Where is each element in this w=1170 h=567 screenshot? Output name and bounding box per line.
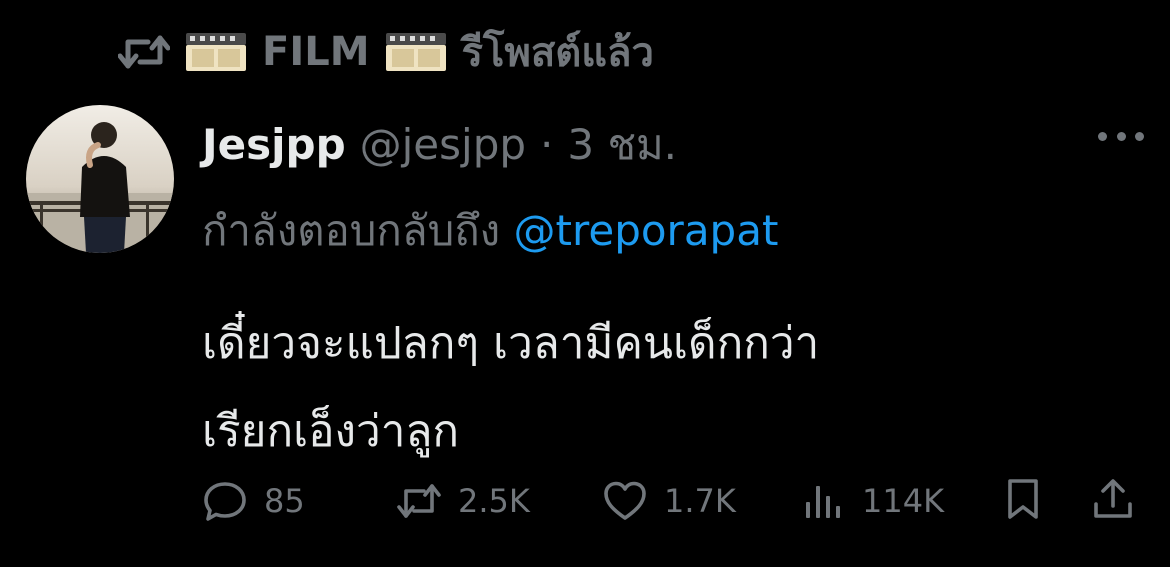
- film-frames-icon: [186, 33, 246, 71]
- tweet-meta: Jesjpp @jesjpp · 3 ชม.: [202, 112, 677, 169]
- reply-mention-link[interactable]: @treporapat: [514, 206, 779, 255]
- reply-count: 85: [264, 482, 305, 520]
- meta-separator: ·: [540, 120, 554, 169]
- reply-prefix: กำลังตอบกลับถึง: [202, 206, 501, 255]
- reply-button[interactable]: 85: [202, 476, 305, 526]
- repost-icon: [118, 35, 170, 69]
- avatar[interactable]: [26, 105, 174, 253]
- view-count: 114K: [862, 482, 945, 520]
- film-frames-icon: [385, 33, 446, 71]
- bookmark-icon: [1008, 479, 1038, 519]
- more-options-icon[interactable]: [1098, 130, 1144, 142]
- share-icon: [1094, 479, 1132, 518]
- repost-header[interactable]: FILM รีโพสต์แล้ว: [118, 22, 654, 82]
- repost-icon: [397, 484, 441, 518]
- tweet-text-line: เดี๋ยวจะแปลกๆ เวลามีคนเด็กกว่า: [202, 318, 820, 369]
- reply-icon: [204, 482, 246, 521]
- reposter-name[interactable]: FILM: [262, 29, 370, 75]
- views-button[interactable]: 114K: [800, 476, 944, 526]
- share-button[interactable]: [1090, 476, 1136, 522]
- repost-button[interactable]: 2.5K: [396, 476, 530, 526]
- tweet-timestamp[interactable]: 3 ชม.: [567, 112, 677, 178]
- tweet-text: เดี๋ยวจะแปลกๆ เวลามีคนเด็กกว่า เรียกเอ็ง…: [202, 300, 1102, 476]
- tweet-text-line: เรียกเอ็งว่าลูก: [202, 406, 460, 457]
- bookmark-button[interactable]: [1000, 476, 1046, 522]
- author-name[interactable]: Jesjpp: [202, 120, 346, 169]
- reply-context: กำลังตอบกลับถึง @treporapat: [202, 198, 778, 264]
- analytics-icon: [806, 486, 840, 518]
- repost-count: 2.5K: [458, 482, 530, 520]
- like-count: 1.7K: [664, 482, 736, 520]
- heart-icon: [604, 481, 646, 520]
- like-button[interactable]: 1.7K: [602, 476, 736, 526]
- author-handle[interactable]: @jesjpp: [360, 120, 526, 169]
- repost-label: รีโพสต์แล้ว: [461, 30, 654, 76]
